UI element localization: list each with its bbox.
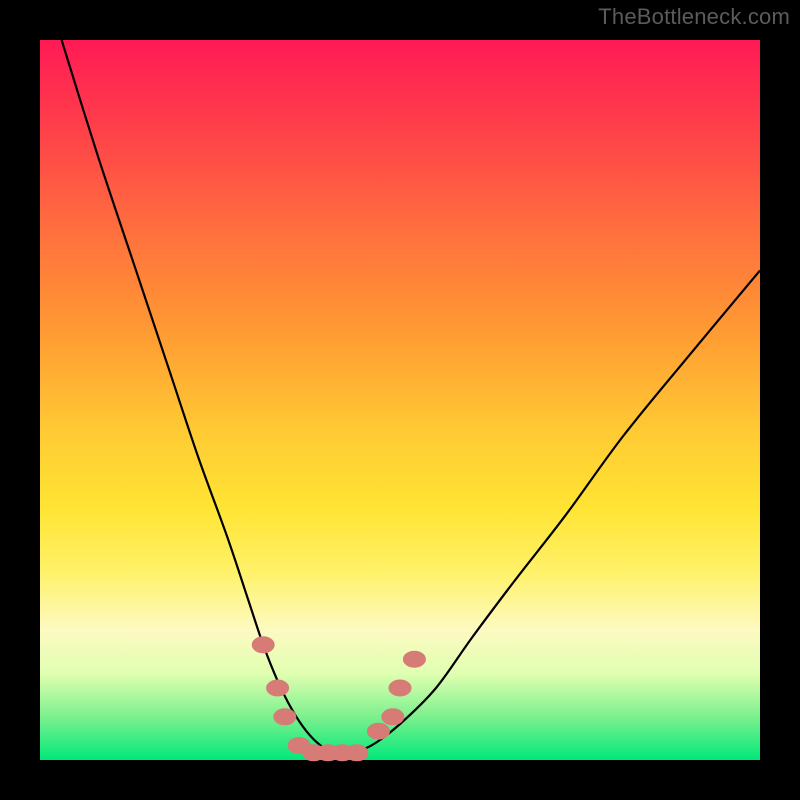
chart-svg xyxy=(40,40,760,760)
data-point xyxy=(252,637,274,653)
data-point xyxy=(403,651,425,667)
data-point xyxy=(389,680,411,696)
chart-frame: TheBottleneck.com xyxy=(0,0,800,800)
data-point xyxy=(274,709,296,725)
bottleneck-curve xyxy=(62,40,760,754)
plot-area xyxy=(40,40,760,760)
data-point xyxy=(367,723,389,739)
data-point xyxy=(346,745,368,761)
data-point xyxy=(267,680,289,696)
data-point xyxy=(382,709,404,725)
data-points-group xyxy=(252,637,425,761)
watermark-text: TheBottleneck.com xyxy=(598,4,790,30)
